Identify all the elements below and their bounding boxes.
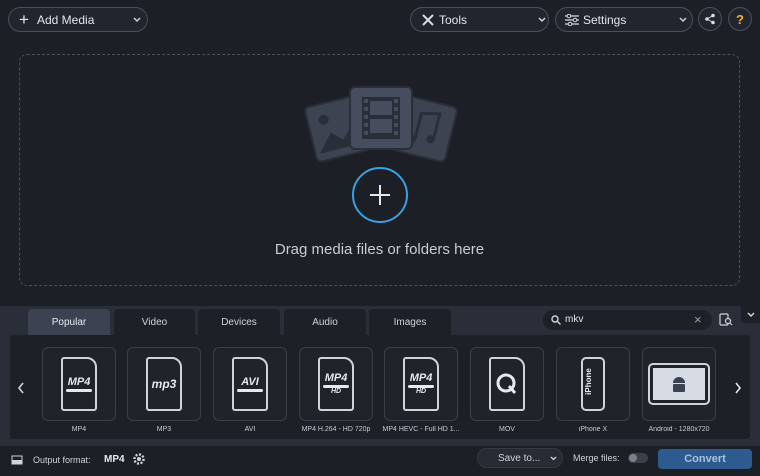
settings-label: Settings	[583, 13, 627, 27]
formats-carousel: MP4 MP4 mp3 MP3 AVI AVI MP4 HD MP4 H.264 …	[10, 335, 750, 439]
status-bar: Output format: MP4 Save to... Merge file…	[0, 446, 760, 476]
format-tile-mp4[interactable]: MP4	[42, 347, 116, 421]
help-icon: ?	[736, 11, 744, 27]
tab-audio[interactable]: Audio	[284, 309, 366, 335]
format-label: AVI	[244, 426, 256, 433]
plus-icon: +	[19, 10, 29, 29]
settings-button[interactable]: Settings	[555, 7, 693, 32]
help-button[interactable]: ?	[728, 7, 752, 31]
tools-button[interactable]: Tools	[410, 7, 549, 32]
search-field[interactable]: mkv ×	[543, 310, 712, 330]
tools-icon	[422, 14, 434, 26]
tab-devices[interactable]: Devices	[198, 309, 280, 335]
quicktime-icon	[489, 357, 525, 411]
share-icon	[705, 13, 715, 25]
device-search-icon	[719, 313, 733, 326]
plus-icon	[370, 185, 390, 205]
chevron-down-icon	[746, 311, 755, 317]
tab-video[interactable]: Video	[114, 309, 195, 335]
sliders-icon	[565, 14, 579, 26]
gear-icon[interactable]	[132, 452, 146, 466]
chevron-down-icon	[550, 456, 557, 461]
format-tile-avi[interactable]: AVI	[213, 347, 287, 421]
format-label: MP4	[71, 426, 87, 433]
chevron-down-icon	[538, 17, 546, 23]
merge-files-label: Merge files:	[573, 453, 620, 463]
output-format-label: Output format:	[33, 455, 91, 465]
format-tile-mp4-h264-720p[interactable]: MP4 HD	[299, 347, 373, 421]
mp4-icon: MP4	[61, 357, 97, 411]
save-to-button[interactable]: Save to...	[477, 448, 563, 468]
format-tile-mp4-hevc[interactable]: MP4 HD	[384, 347, 458, 421]
tab-images[interactable]: Images	[369, 309, 451, 335]
drop-zone[interactable]: Drag media files or folders here	[19, 54, 740, 286]
format-tile-android[interactable]	[642, 347, 716, 421]
format-label: MP4 HEVC - Full HD 1...	[382, 426, 460, 433]
chevron-left-icon[interactable]	[17, 382, 25, 394]
format-label: iPhone X	[578, 426, 608, 433]
mp4-hd-icon: MP4 HD	[318, 357, 354, 411]
iphone-icon: iPhone	[581, 357, 605, 411]
tools-label: Tools	[439, 13, 468, 27]
tab-popular[interactable]: Popular	[28, 309, 110, 335]
clear-search-icon[interactable]: ×	[694, 312, 702, 327]
search-input[interactable]: mkv	[565, 314, 583, 325]
convert-button[interactable]: Convert	[658, 449, 752, 469]
drop-zone-text: Drag media files or folders here	[274, 241, 485, 258]
add-files-button[interactable]	[352, 167, 408, 223]
collapse-panel-button[interactable]	[741, 306, 760, 323]
chevron-down-icon	[133, 17, 141, 23]
android-icon	[648, 363, 710, 405]
format-label: Android - 1280x720	[648, 426, 710, 433]
mp4-hd-icon: MP4 HD	[403, 357, 439, 411]
format-label: MOV	[499, 426, 515, 433]
format-label: MP3	[156, 426, 172, 433]
find-device-button[interactable]	[719, 313, 733, 327]
merge-files-toggle[interactable]	[628, 453, 648, 463]
output-format-icon	[11, 455, 23, 465]
format-tile-mov[interactable]	[470, 347, 544, 421]
add-media-label: Add Media	[37, 13, 95, 27]
avi-icon: AVI	[232, 357, 268, 411]
output-format-value[interactable]: MP4	[104, 454, 125, 465]
format-label: MP4 H.264 - HD 720p	[301, 426, 371, 433]
search-icon	[551, 315, 561, 325]
add-media-button[interactable]: + Add Media	[8, 7, 148, 32]
save-to-label: Save to...	[498, 453, 541, 464]
chevron-down-icon	[679, 17, 687, 23]
chevron-right-icon[interactable]	[734, 382, 742, 394]
media-illustration-icon	[304, 86, 458, 163]
share-button[interactable]	[698, 7, 722, 31]
format-tile-mp3[interactable]: mp3	[127, 347, 201, 421]
format-tile-iphone-x[interactable]: iPhone	[556, 347, 630, 421]
mp3-icon: mp3	[146, 357, 182, 411]
